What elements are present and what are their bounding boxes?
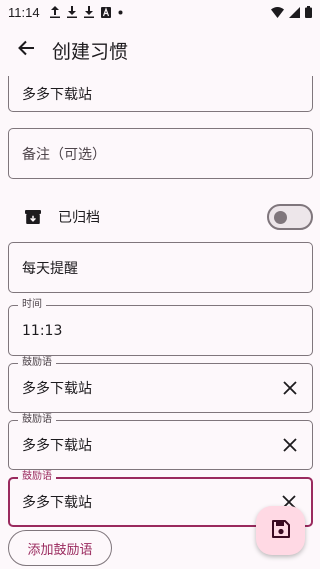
time-field[interactable]: 时间 11:13 <box>8 298 313 356</box>
save-fab[interactable] <box>256 506 305 555</box>
status-bar: 11:14 <box>0 0 320 24</box>
encouragement-label: 鼓励语 <box>18 356 56 370</box>
clear-button[interactable] <box>276 374 304 402</box>
arrow-back-icon <box>17 39 35 61</box>
archive-label: 已归档 <box>58 210 100 226</box>
download-icon <box>66 6 77 18</box>
switch-thumb <box>274 211 287 224</box>
archive-row: 已归档 <box>8 197 313 237</box>
encouragement-value: 多多下载站 <box>22 495 92 511</box>
wifi-icon <box>271 6 284 18</box>
archive-icon <box>24 208 42 226</box>
system-icons <box>271 6 312 18</box>
time-value: 11:13 <box>22 322 63 339</box>
archive-switch[interactable] <box>267 204 313 230</box>
close-icon <box>283 381 297 395</box>
a-icon <box>100 6 111 18</box>
encouragement-field[interactable]: 鼓励语 多多下载站 <box>8 413 313 470</box>
frequency-value: 每天提醒 <box>22 260 78 277</box>
clear-button[interactable] <box>276 431 304 459</box>
habit-name-value: 多多下载站 <box>22 87 92 103</box>
note-placeholder: 备注（可选） <box>22 146 106 163</box>
notification-icons <box>49 6 123 18</box>
time-field-label: 时间 <box>18 298 46 312</box>
encouragement-value: 多多下载站 <box>22 438 92 454</box>
add-encouragement-button[interactable]: 添加鼓励语 <box>8 530 112 566</box>
signal-icon <box>289 6 300 18</box>
encouragement-field[interactable]: 鼓励语 多多下载站 <box>8 356 313 413</box>
upload-icon <box>49 6 60 18</box>
save-icon <box>271 519 290 542</box>
app-bar: 创建习惯 <box>0 24 320 76</box>
status-time: 11:14 <box>8 4 40 20</box>
download-icon <box>83 6 94 18</box>
habit-name-field[interactable]: 多多下载站 <box>8 76 313 112</box>
frequency-field[interactable]: 每天提醒 <box>8 242 313 293</box>
encouragement-value: 多多下载站 <box>22 381 92 397</box>
page-title: 创建习惯 <box>52 40 129 63</box>
habit-form[interactable]: 多多下载站 备注（可选） 已归档 每天提醒 时间 11:13 鼓励语 多多下载站 <box>0 76 320 569</box>
dot-icon <box>118 10 123 15</box>
back-button[interactable] <box>2 26 50 74</box>
encouragement-label: 鼓励语 <box>18 413 56 427</box>
note-field[interactable]: 备注（可选） <box>8 128 313 179</box>
battery-icon <box>305 6 312 18</box>
close-icon <box>283 438 297 452</box>
encouragement-label: 鼓励语 <box>18 470 56 484</box>
